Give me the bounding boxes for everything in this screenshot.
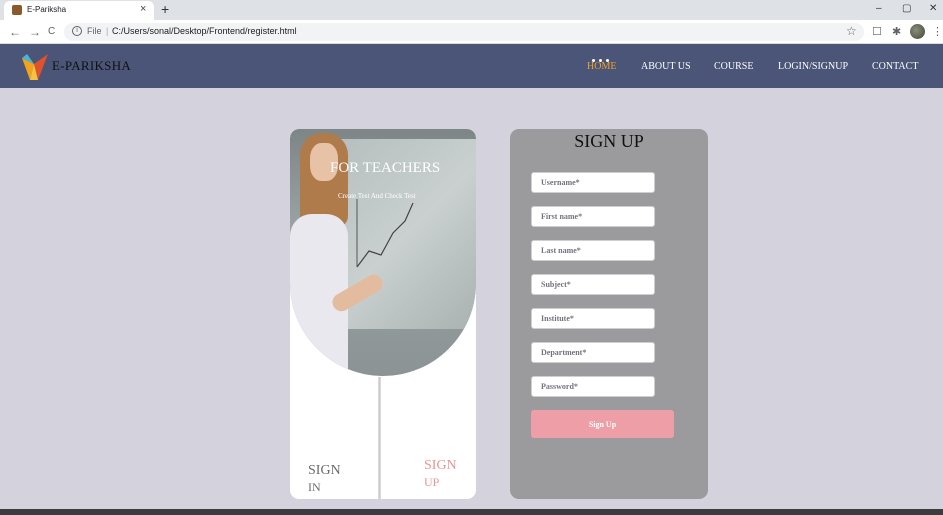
sign-up-tab[interactable]: SIGN UP <box>424 458 457 490</box>
new-tab-button[interactable]: + <box>161 1 169 17</box>
password-field[interactable] <box>531 376 655 397</box>
card-divider <box>378 377 381 499</box>
tab-title: E-Pariksha <box>27 5 67 14</box>
nav-login-signup[interactable]: LOGIN/SIGNUP <box>778 61 848 72</box>
sign-up-button[interactable]: Sign Up <box>531 410 674 438</box>
logo-icon[interactable] <box>18 50 52 84</box>
maximize-icon[interactable]: ▢ <box>902 3 911 14</box>
nav-course[interactable]: COURSE <box>714 61 753 72</box>
brand-name[interactable]: E-PARIKSHA <box>52 58 131 74</box>
chart-sketch-icon <box>356 199 414 268</box>
file-label: File <box>87 26 102 36</box>
favicon-icon <box>12 5 22 15</box>
profile-avatar[interactable] <box>910 24 925 39</box>
browser-tab[interactable]: E-Pariksha × <box>4 1 154 20</box>
extension-icon[interactable]: ☐ <box>872 25 882 38</box>
info-icon[interactable]: i <box>72 26 82 36</box>
nav-home[interactable]: HOME <box>587 61 616 72</box>
form-title: SIGN UP <box>574 131 644 151</box>
institute-field[interactable] <box>531 308 655 329</box>
teacher-photo: FOR TEACHERS Create Test And Check Test <box>290 129 476 376</box>
username-field[interactable] <box>531 172 655 193</box>
teacher-card: FOR TEACHERS Create Test And Check Test … <box>290 129 476 499</box>
url-text: C:/Users/sonal/Desktop/Frontend/register… <box>112 26 297 36</box>
taskbar-strip <box>0 509 943 515</box>
site-navbar: E-PARIKSHA HOME ABOUT US COURSE LOGIN/SI… <box>0 44 943 88</box>
first-name-field[interactable] <box>531 206 655 227</box>
sign-in-tab[interactable]: SIGN IN <box>308 463 341 495</box>
signup-form: SIGN UP Sign Up <box>510 129 708 499</box>
nav-about-us[interactable]: ABOUT US <box>641 61 691 72</box>
back-icon[interactable]: ← <box>9 25 21 39</box>
more-dots-icon[interactable] <box>592 49 614 62</box>
sign-up-line2: UP <box>424 475 440 489</box>
sign-up-line1: SIGN <box>424 458 457 473</box>
url-separator: | <box>106 26 109 36</box>
forward-icon[interactable]: → <box>29 25 41 39</box>
url-input[interactable]: i File | C:/Users/sonal/Desktop/Frontend… <box>64 23 864 41</box>
card-subheading: Create Test And Check Test <box>338 192 416 200</box>
menu-icon[interactable]: ⋮ <box>932 25 943 38</box>
bookmark-star-icon[interactable]: ☆ <box>846 24 857 38</box>
card-heading: FOR TEACHERS <box>330 160 441 176</box>
tab-close-icon[interactable]: × <box>140 3 146 15</box>
puzzle-icon[interactable]: ✱ <box>892 25 901 38</box>
address-bar: ← → C i File | C:/Users/sonal/Desktop/Fr… <box>0 20 943 44</box>
sign-in-line2: IN <box>308 480 321 494</box>
subject-field[interactable] <box>531 274 655 295</box>
last-name-field[interactable] <box>531 240 655 261</box>
department-field[interactable] <box>531 342 655 363</box>
close-window-icon[interactable]: ✕ <box>929 3 937 14</box>
minimize-icon[interactable]: – <box>876 3 882 14</box>
reload-icon[interactable]: C <box>48 26 55 37</box>
nav-contact[interactable]: CONTACT <box>872 61 918 72</box>
sign-in-line1: SIGN <box>308 463 341 478</box>
browser-tab-strip: E-Pariksha × + – ▢ ✕ <box>0 0 943 20</box>
